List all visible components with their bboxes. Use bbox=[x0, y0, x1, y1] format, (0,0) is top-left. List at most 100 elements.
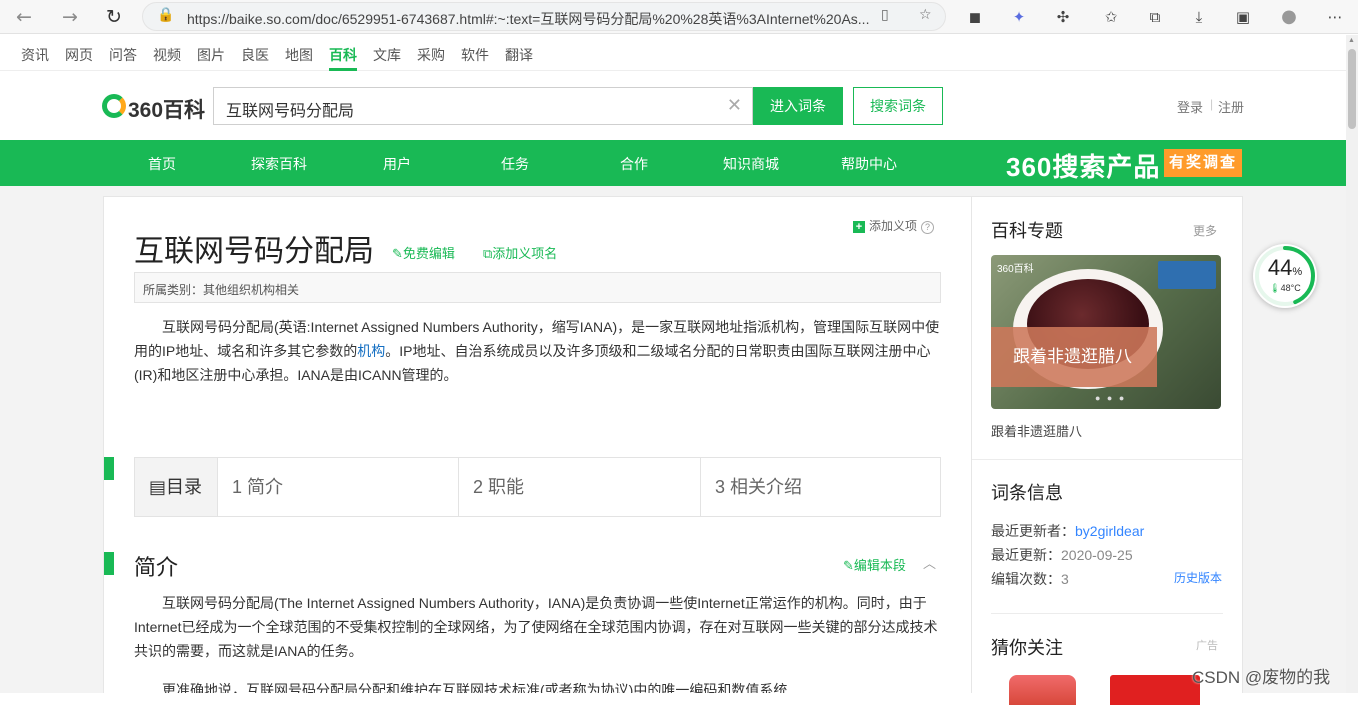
promo-badge[interactable]: 有奖调查 bbox=[1164, 149, 1242, 177]
logo-text: 360百科 bbox=[128, 99, 206, 122]
nav-item-home[interactable]: 首页 bbox=[148, 154, 176, 174]
search-value[interactable]: 互联网号码分配局 bbox=[226, 97, 354, 121]
download-icon[interactable]: ⤓ bbox=[1188, 6, 1210, 28]
page-scrollbar[interactable]: ▲ bbox=[1346, 35, 1358, 693]
more-menu-icon[interactable]: ⋯ bbox=[1324, 6, 1346, 28]
favorite-add-icon[interactable]: ☆ bbox=[919, 7, 932, 23]
reload-icon[interactable]: ↻ bbox=[102, 5, 126, 29]
browser-toolbar: ← → ↻ 🔒 https://baike.so.com/doc/6529951… bbox=[0, 0, 1358, 34]
extension-icon[interactable]: ◼ bbox=[964, 6, 986, 28]
toc-heading: ▤目录 bbox=[135, 458, 217, 516]
nav-item-help[interactable]: 帮助中心 bbox=[841, 154, 897, 174]
section-paragraph-2: 更准确地说，互联网号码分配局分配和维护在互联网技术标准(或者称为协议)中的唯一编… bbox=[162, 682, 788, 693]
toc-list-icon: ▤ bbox=[149, 477, 167, 497]
topic-image-logo: 360百科 bbox=[997, 264, 1034, 275]
free-edit-link[interactable]: ✎免费编辑 bbox=[392, 243, 455, 262]
engine-tab[interactable]: 图片 bbox=[197, 45, 225, 65]
edit-count-label: 编辑次数： bbox=[991, 571, 1061, 587]
enter-entry-button[interactable]: 进入词条 bbox=[753, 87, 843, 125]
edit-count-value: 3 bbox=[1061, 571, 1069, 587]
scroll-up-icon[interactable]: ▲ bbox=[1348, 37, 1355, 44]
usage-unit: % bbox=[1292, 266, 1303, 278]
entry-info-heading: 词条信息 bbox=[991, 483, 1063, 503]
engine-tab[interactable]: 问答 bbox=[109, 45, 137, 65]
performance-widget[interactable]: 44% 🌡48°C bbox=[1253, 244, 1317, 308]
more-link[interactable]: 更多 bbox=[1193, 222, 1217, 239]
add-sense-link[interactable]: + 添加义项? bbox=[853, 217, 935, 234]
topic-caption[interactable]: 跟着非遗逛腊八 bbox=[991, 421, 1082, 440]
engine-tab[interactable]: 采购 bbox=[417, 45, 445, 65]
edit-section-link[interactable]: ✎编辑本段 bbox=[843, 555, 906, 574]
forward-icon[interactable]: → bbox=[58, 5, 82, 29]
ad-label: 广告 bbox=[1196, 640, 1218, 652]
extensions-puzzle-icon[interactable]: ✣ bbox=[1052, 6, 1074, 28]
last-editor-link[interactable]: by2girldear bbox=[1075, 523, 1144, 539]
back-icon[interactable]: ← bbox=[12, 5, 36, 29]
clear-icon[interactable]: ✕ bbox=[727, 95, 742, 116]
pencil-icon: ✎ bbox=[843, 558, 854, 573]
heritage-badge-icon bbox=[1158, 261, 1216, 289]
table-of-contents: ▤目录 1 简介 2 职能 3 相关介绍 bbox=[134, 457, 941, 517]
toc-item-related[interactable]: 3 相关介绍 bbox=[700, 458, 941, 516]
add-sense-icon: ⧉ bbox=[483, 246, 493, 261]
guess-heading: 猜你关注 bbox=[991, 638, 1063, 658]
extension-icon-2[interactable]: ✦ bbox=[1008, 6, 1030, 28]
scroll-thumb[interactable] bbox=[1348, 49, 1356, 129]
profile-avatar-icon[interactable]: ● bbox=[1278, 6, 1300, 28]
add-sense-name-link[interactable]: ⧉添加义项名 bbox=[483, 243, 557, 262]
register-link[interactable]: 注册 bbox=[1218, 97, 1244, 116]
address-bar[interactable]: 🔒 https://baike.so.com/doc/6529951-67436… bbox=[142, 2, 946, 31]
sidebar-divider bbox=[991, 613, 1223, 614]
toc-item-intro[interactable]: 1 简介 bbox=[217, 458, 458, 516]
section-title: 简介 bbox=[134, 555, 179, 580]
engine-tab[interactable]: 翻译 bbox=[505, 45, 533, 65]
engine-tab-active[interactable]: 百科 bbox=[329, 45, 357, 71]
edit-count-row: 编辑次数：3 bbox=[991, 569, 1069, 589]
screenshot-icon[interactable]: ▣ bbox=[1232, 6, 1254, 28]
section-marker bbox=[104, 552, 114, 575]
nav-item-cooperation[interactable]: 合作 bbox=[620, 154, 648, 174]
plus-icon: + bbox=[853, 221, 865, 233]
search-entry-button[interactable]: 搜索词条 bbox=[853, 87, 943, 125]
nav-item-explore[interactable]: 探索百科 bbox=[251, 154, 307, 174]
promo-banner-text[interactable]: 360搜索产品 bbox=[1006, 147, 1160, 184]
search-input[interactable]: 互联网号码分配局 ✕ bbox=[213, 87, 753, 125]
last-update-row: 最近更新：2020-09-25 bbox=[991, 545, 1133, 565]
engine-tab[interactable]: 良医 bbox=[241, 45, 269, 65]
engine-tab[interactable]: 软件 bbox=[461, 45, 489, 65]
add-sense-name-label: 添加义项名 bbox=[492, 246, 558, 261]
edit-section-label: 编辑本段 bbox=[853, 558, 906, 573]
category-bar: 所属类别：其他组织机构相关 bbox=[134, 272, 941, 303]
favorites-icon[interactable]: ✩ bbox=[1100, 6, 1122, 28]
usage-number: 44 bbox=[1267, 255, 1293, 280]
url-text[interactable]: https://baike.so.com/doc/6529951-6743687… bbox=[187, 9, 869, 29]
ad-thumbnail[interactable] bbox=[1110, 675, 1200, 705]
toc-item-functions[interactable]: 2 职能 bbox=[458, 458, 700, 516]
collections-icon[interactable]: ⧉ bbox=[1144, 6, 1166, 28]
watermark: CSDN @废物的我 bbox=[1192, 668, 1331, 687]
nav-item-store[interactable]: 知识商城 bbox=[723, 154, 779, 174]
topic-banner: 跟着非遗逛腊八 bbox=[991, 327, 1157, 387]
engine-tab[interactable]: 资讯 bbox=[21, 45, 49, 65]
intro-link-institution[interactable]: 机构 bbox=[357, 343, 385, 359]
engine-tab[interactable]: 地图 bbox=[285, 45, 313, 65]
help-icon[interactable]: ? bbox=[921, 221, 935, 234]
nav-item-task[interactable]: 任务 bbox=[501, 154, 529, 174]
lock-icon[interactable]: 🔒 bbox=[157, 7, 174, 23]
section-paragraph: 互联网号码分配局(The Internet Assigned Numbers A… bbox=[134, 595, 938, 659]
reader-mode-icon[interactable]: ▯ bbox=[881, 7, 889, 23]
last-editor-label: 最近更新者： bbox=[991, 523, 1075, 539]
carousel-dots-icon[interactable]: ● ● ● bbox=[1095, 393, 1126, 403]
engine-tab[interactable]: 网页 bbox=[65, 45, 93, 65]
login-link[interactable]: 登录 bbox=[1177, 97, 1203, 116]
history-version-link[interactable]: 历史版本 bbox=[1174, 569, 1222, 586]
topic-image[interactable]: 360百科 跟着非遗逛腊八 ● ● ● bbox=[991, 255, 1221, 409]
collapse-section-icon[interactable]: ︿ bbox=[923, 553, 936, 572]
ad-thumbnail[interactable] bbox=[1009, 675, 1076, 705]
add-sense-label: 添加义项 bbox=[869, 219, 918, 233]
logo-icon bbox=[102, 94, 126, 118]
thermometer-icon: 🌡 bbox=[1269, 283, 1281, 293]
engine-tab[interactable]: 文库 bbox=[373, 45, 401, 65]
nav-item-user[interactable]: 用户 bbox=[383, 154, 411, 174]
engine-tab[interactable]: 视频 bbox=[153, 45, 181, 65]
